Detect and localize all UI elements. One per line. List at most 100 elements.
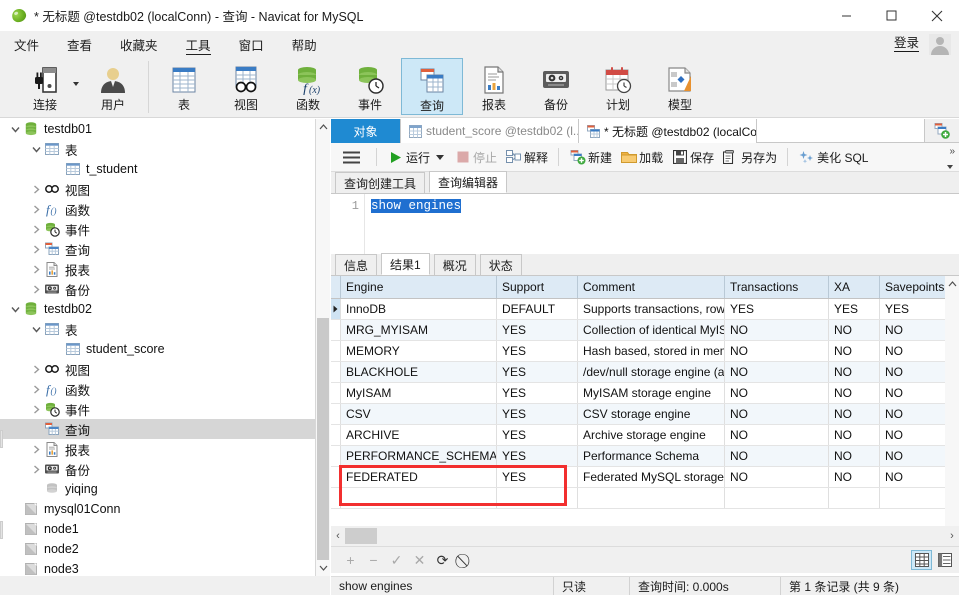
new-tab-icon[interactable]: [925, 119, 959, 142]
table-cell[interactable]: MEMORY: [341, 341, 497, 361]
tree-item-查询[interactable]: 查询: [0, 419, 315, 439]
chevron-down-icon[interactable]: [29, 139, 43, 159]
chevron-right-icon[interactable]: [29, 239, 43, 259]
table-cell[interactable]: NO: [880, 320, 954, 340]
tree-item-node3[interactable]: node3: [0, 559, 315, 576]
table-cell[interactable]: YES: [497, 362, 578, 382]
table-cell[interactable]: Collection of identical MyISAM tables: [578, 320, 725, 340]
refresh-icon[interactable]: ⟳: [431, 547, 454, 574]
splitter-handle-bottom[interactable]: [0, 521, 3, 539]
menu-item-tools[interactable]: 工具: [172, 31, 225, 58]
table-cell[interactable]: YES: [497, 425, 578, 445]
table-cell[interactable]: YES: [497, 446, 578, 466]
tree-item-yiqing[interactable]: yiqing: [0, 479, 315, 499]
tree-item-视图[interactable]: 视图: [0, 179, 315, 199]
form-view-icon[interactable]: [934, 550, 955, 570]
tab-info[interactable]: 信息: [335, 254, 377, 275]
minimize-icon[interactable]: [824, 0, 869, 31]
table-cell[interactable]: NO: [725, 467, 829, 487]
grid-horizontal-scrollbar[interactable]: ‹ ›: [331, 526, 959, 546]
tab-query-editor[interactable]: 查询编辑器: [429, 171, 507, 193]
tree-item-备份[interactable]: 备份: [0, 279, 315, 299]
table-cell[interactable]: NO: [880, 404, 954, 424]
chevron-right-icon[interactable]: [29, 279, 43, 299]
table-cell[interactable]: CSV storage engine: [578, 404, 725, 424]
grid-column-header[interactable]: Savepoints: [880, 276, 954, 298]
table-cell[interactable]: Supports transactions, row-level locking…: [578, 299, 725, 319]
table-cell[interactable]: YES: [497, 341, 578, 361]
table-cell[interactable]: NO: [725, 446, 829, 466]
tab-profile[interactable]: 概况: [434, 254, 476, 275]
table-cell[interactable]: NO: [725, 320, 829, 340]
table-cell[interactable]: NO: [725, 362, 829, 382]
table-cell[interactable]: /dev/null storage engine (anything you w…: [578, 362, 725, 382]
table-cell[interactable]: NO: [829, 425, 880, 445]
tree-item-node2[interactable]: node2: [0, 539, 315, 559]
grid-column-header[interactable]: XA: [829, 276, 880, 298]
table-cell[interactable]: ARCHIVE: [341, 425, 497, 445]
grid-column-header[interactable]: Engine: [341, 276, 497, 298]
table-cell[interactable]: NO: [880, 362, 954, 382]
save-as-button[interactable]: 另存为: [718, 143, 781, 172]
table-cell[interactable]: YES: [497, 383, 578, 403]
toolbar-overflow-caret-icon[interactable]: [947, 165, 953, 169]
tree-item-testdb01[interactable]: testdb01: [0, 119, 315, 139]
table-cell[interactable]: FEDERATED: [341, 467, 497, 487]
menu-item-window[interactable]: 窗口: [225, 31, 278, 58]
table-cell[interactable]: NO: [880, 383, 954, 403]
table-cell[interactable]: NO: [880, 446, 954, 466]
scroll-down-icon[interactable]: [316, 560, 330, 576]
table-cell[interactable]: NO: [829, 362, 880, 382]
menu-item-view[interactable]: 查看: [53, 31, 106, 58]
login-link[interactable]: 登录: [894, 35, 919, 52]
table-cell[interactable]: PERFORMANCE_SCHEMA: [341, 446, 497, 466]
tab-query-builder[interactable]: 查询创建工具: [335, 172, 425, 193]
table-cell[interactable]: Archive storage engine: [578, 425, 725, 445]
chevron-right-icon[interactable]: [29, 199, 43, 219]
table-cell[interactable]: NO: [829, 446, 880, 466]
chevron-right-icon[interactable]: [29, 179, 43, 199]
table-cell[interactable]: Hash based, stored in memory, useful for…: [578, 341, 725, 361]
menu-item-help[interactable]: 帮助: [278, 31, 331, 58]
tab-status[interactable]: 状态: [480, 254, 522, 275]
table-cell[interactable]: DEFAULT: [497, 299, 578, 319]
table-cell[interactable]: NO: [880, 467, 954, 487]
tree-item-查询[interactable]: 查询: [0, 239, 315, 259]
ribbon-button-report[interactable]: 报表: [463, 58, 525, 115]
tree-item-node1[interactable]: node1: [0, 519, 315, 539]
table-cell[interactable]: MyISAM: [341, 383, 497, 403]
chevron-down-icon[interactable]: [8, 119, 22, 139]
table-cell[interactable]: Federated MySQL storage engine: [578, 467, 725, 487]
ribbon-button-table[interactable]: 表: [153, 58, 215, 115]
tree-item-student_score[interactable]: student_score: [0, 339, 315, 359]
tree-item-事件[interactable]: 事件: [0, 399, 315, 419]
ribbon-button-schedule[interactable]: 计划: [587, 58, 649, 115]
tab-objects[interactable]: 对象: [331, 119, 401, 143]
table-cell[interactable]: InnoDB: [341, 299, 497, 319]
hamburger-icon[interactable]: [331, 143, 370, 172]
sidebar-scroll-thumb[interactable]: [317, 318, 329, 560]
close-icon[interactable]: [914, 0, 959, 31]
ribbon-button-connection[interactable]: 连接: [8, 58, 82, 115]
ribbon-button-backup[interactable]: 备份: [525, 58, 587, 115]
table-cell[interactable]: Performance Schema: [578, 446, 725, 466]
explain-button[interactable]: 解释: [501, 143, 552, 172]
grid-view-icon[interactable]: [911, 550, 932, 570]
run-dropdown-caret[interactable]: [434, 143, 450, 172]
tree-item-备份[interactable]: 备份: [0, 459, 315, 479]
grid-column-header[interactable]: Comment: [578, 276, 725, 298]
ribbon-button-view[interactable]: 视图: [215, 58, 277, 115]
tree-item-报表[interactable]: 报表: [0, 259, 315, 279]
chevron-right-icon[interactable]: [29, 439, 43, 459]
chevron-down-icon[interactable]: [8, 299, 22, 319]
tree-item-testdb02[interactable]: testdb02: [0, 299, 315, 319]
load-button[interactable]: 加载: [616, 143, 667, 172]
table-cell[interactable]: NO: [829, 320, 880, 340]
table-cell[interactable]: NO: [829, 341, 880, 361]
table-cell[interactable]: YES: [497, 467, 578, 487]
avatar[interactable]: [929, 34, 951, 55]
table-row[interactable]: MRG_MYISAMYESCollection of identical MyI…: [331, 320, 959, 341]
tree-item-函数[interactable]: f()函数: [0, 379, 315, 399]
table-cell[interactable]: NO: [829, 383, 880, 403]
table-row[interactable]: MEMORYYESHash based, stored in memory, u…: [331, 341, 959, 362]
